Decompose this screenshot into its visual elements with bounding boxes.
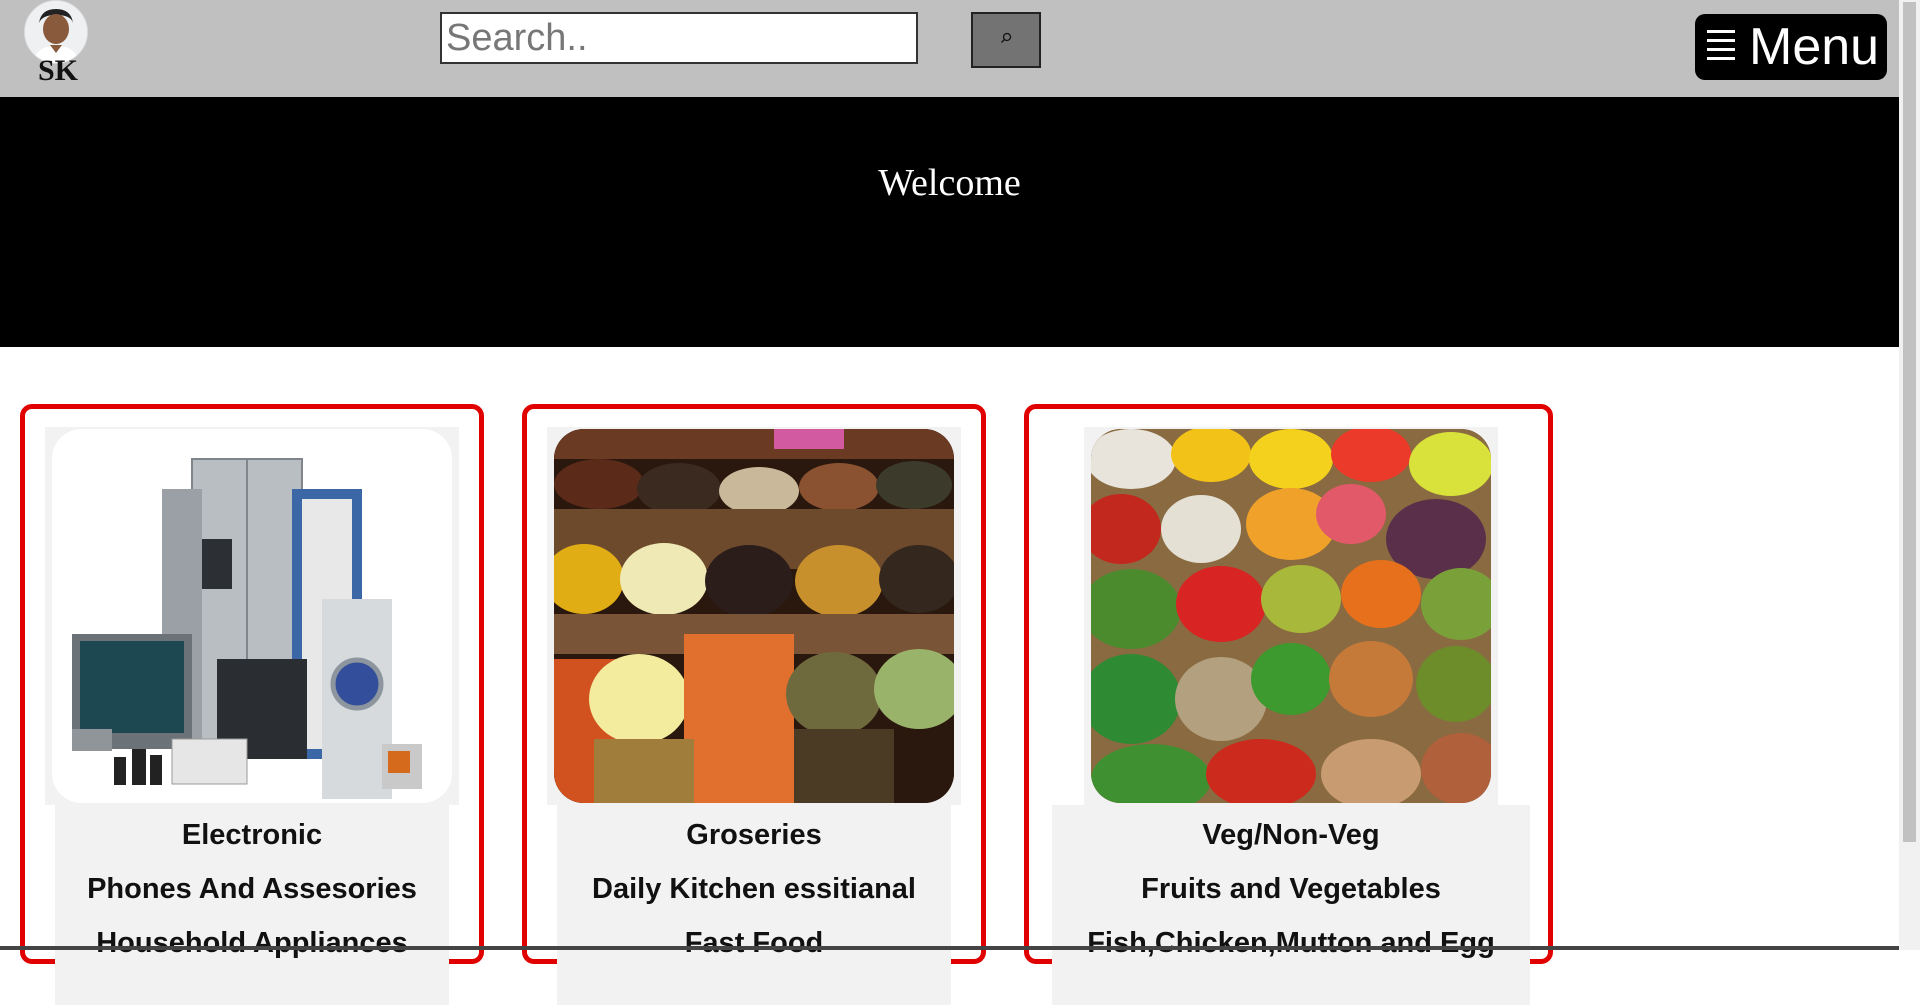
card-text: Groseries Daily Kitchen essitianal Fast … (557, 805, 951, 1005)
profile[interactable]: SK (24, 0, 88, 90)
category-card-veg-nonveg[interactable]: Veg/Non-Veg Fruits and Vegetables Fish,C… (1024, 404, 1553, 1005)
card-text: Veg/Non-Veg Fruits and Vegetables Fish,C… (1052, 805, 1530, 1005)
card-image-box (1084, 427, 1498, 805)
search-icon (999, 31, 1013, 50)
category-card-electronics[interactable]: Electronic Phones And Assesories Househo… (20, 404, 484, 1005)
category-card-groceries[interactable]: Groseries Daily Kitchen essitianal Fast … (522, 404, 986, 1005)
card-text: Electronic Phones And Assesories Househo… (55, 805, 449, 1005)
card-title[interactable]: Veg/Non-Veg (1052, 819, 1530, 852)
card-subcategory[interactable]: Daily Kitchen essitianal (557, 873, 951, 906)
card-subcategory[interactable]: Fast Food (557, 927, 951, 960)
card-subcategory[interactable]: Fish,Chicken,Mutton and Egg (1052, 927, 1530, 960)
hero-title: Welcome (878, 162, 1021, 204)
menu-label: Menu (1749, 18, 1880, 76)
top-navbar: SK Menu (0, 0, 1899, 97)
card-subcategory[interactable]: Fruits and Vegetables (1052, 873, 1530, 906)
card-image-box (45, 427, 459, 805)
card-image-box (547, 427, 961, 805)
hamburger-icon (1705, 24, 1737, 71)
menu-button[interactable]: Menu (1695, 14, 1887, 80)
vertical-scrollbar[interactable] (1899, 0, 1920, 950)
fruits-vegetables-image[interactable] (1091, 429, 1491, 803)
card-title[interactable]: Groseries (557, 819, 951, 852)
electronics-image[interactable] (52, 429, 452, 803)
search-input[interactable] (440, 12, 918, 64)
viewport-bottom-edge (0, 946, 1899, 950)
groceries-image[interactable] (554, 429, 954, 803)
search-button[interactable] (971, 12, 1041, 68)
welcome-banner: Welcome (0, 97, 1899, 347)
card-subcategory[interactable]: Household Appliances (55, 927, 449, 960)
card-title[interactable]: Electronic (55, 819, 449, 852)
card-subcategory[interactable]: Phones And Assesories (55, 873, 449, 906)
scrollbar-thumb[interactable] (1903, 2, 1916, 842)
user-initials: SK (37, 54, 79, 87)
